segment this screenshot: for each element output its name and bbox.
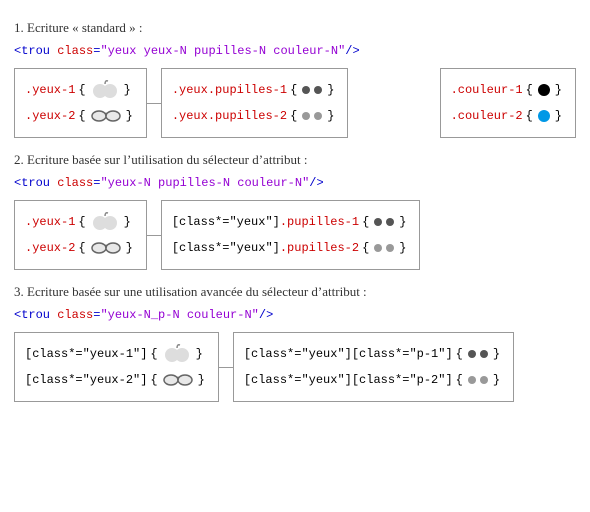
pupil-dark-icon (302, 86, 310, 94)
selector-attr: [class*="yeux"] (172, 242, 280, 254)
selector-attr: [class*="yeux"] (172, 216, 280, 228)
pupil-grey-icon (386, 244, 394, 252)
selector: .yeux (172, 110, 208, 122)
section1-row: .yeux-1 { } .yeux-2 { } .yeux.pupilles-1… (14, 68, 576, 138)
selector: .couleur-2 (451, 110, 523, 122)
box-yeux: .yeux-1 { } .yeux-2 { } (14, 68, 147, 138)
pupil-grey-icon (480, 376, 488, 384)
eyes-shape-1-icon (163, 343, 191, 366)
pupil-dark-icon (386, 218, 394, 226)
selector: .yeux-1 (25, 84, 75, 96)
section2-code: <trou class="yeux-N pupilles-N couleur-N… (14, 176, 576, 190)
section1-title: 1. Ecriture « standard » : (14, 20, 576, 36)
eyes-shape-2-icon (163, 370, 193, 391)
box-pupilles: [class*="yeux"].pupilles-1 { } [class*="… (161, 200, 421, 270)
code-attr: class (57, 44, 93, 58)
selector-attr: [class*="yeux"][class*="p-1"] (244, 348, 453, 360)
section3-title: 3. Ecriture basée sur une utilisation av… (14, 284, 576, 300)
selector-attr: [class*="yeux-2"] (25, 374, 147, 386)
selector-attr: [class*="yeux-1"] (25, 348, 147, 360)
selector: .pupilles-1 (208, 84, 287, 96)
pupil-dark-icon (468, 350, 476, 358)
selector: .yeux-1 (25, 216, 75, 228)
code-attr: class (57, 176, 93, 190)
color-black-icon (538, 84, 550, 96)
eyes-shape-1-icon (91, 211, 119, 234)
eyes-shape-1-icon (91, 79, 119, 102)
pupil-dark-icon (314, 86, 322, 94)
box-yeux: .yeux-1 { } .yeux-2 { } (14, 200, 147, 270)
color-blue-icon (538, 110, 550, 122)
code-attr: class (57, 308, 93, 322)
selector: .couleur-1 (451, 84, 523, 96)
selector: .pupilles-1 (280, 216, 359, 228)
code-tag: <trou (14, 176, 50, 190)
code-tag-close: /> (345, 44, 359, 58)
box-pupilles: .yeux.pupilles-1 { } .yeux.pupilles-2 { … (161, 68, 349, 138)
selector: .yeux-2 (25, 110, 75, 122)
section2-row: .yeux-1 { } .yeux-2 { } [class*="yeux"].… (14, 200, 576, 270)
selector-attr: [class*="yeux"][class*="p-2"] (244, 374, 453, 386)
pupil-grey-icon (314, 112, 322, 120)
code-tag-close: /> (259, 308, 273, 322)
box-yeux: [class*="yeux-1"] { } [class*="yeux-2"] … (14, 332, 219, 402)
selector: .yeux-2 (25, 242, 75, 254)
pupil-dark-icon (480, 350, 488, 358)
section3-code: <trou class="yeux-N_p-N couleur-N"/> (14, 308, 576, 322)
pupil-grey-icon (302, 112, 310, 120)
code-tag-close: /> (309, 176, 323, 190)
code-val: "yeux yeux-N pupilles-N couleur-N" (100, 44, 345, 58)
pupil-grey-icon (374, 244, 382, 252)
pupil-dark-icon (374, 218, 382, 226)
code-tag: <trou (14, 44, 50, 58)
section1-code: <trou class="yeux yeux-N pupilles-N coul… (14, 44, 576, 58)
box-couleur: .couleur-1 { } .couleur-2 { } (440, 68, 576, 138)
section3-row: [class*="yeux-1"] { } [class*="yeux-2"] … (14, 332, 576, 402)
code-val: "yeux-N pupilles-N couleur-N" (100, 176, 309, 190)
box-pupilles: [class*="yeux"][class*="p-1"] { } [class… (233, 332, 514, 402)
selector: .pupilles-2 (280, 242, 359, 254)
code-tag: <trou (14, 308, 50, 322)
pupil-grey-icon (468, 376, 476, 384)
section2-title: 2. Ecriture basée sur l’utilisation du s… (14, 152, 576, 168)
eyes-shape-2-icon (91, 106, 121, 127)
selector: .yeux (172, 84, 208, 96)
eyes-shape-2-icon (91, 238, 121, 259)
selector: .pupilles-2 (208, 110, 287, 122)
code-val: "yeux-N_p-N couleur-N" (100, 308, 258, 322)
